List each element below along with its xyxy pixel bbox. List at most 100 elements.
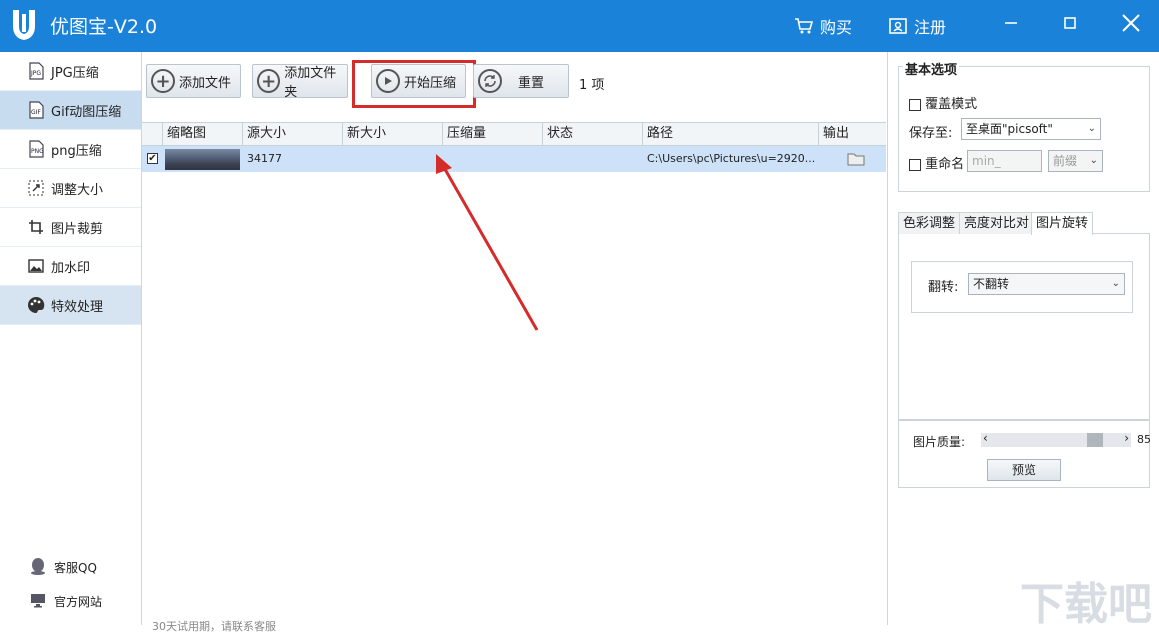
prefix-select[interactable]: 前缀 ⌄ [1048,150,1103,172]
sidebar-item-label: 特效处理 [51,299,104,315]
jpg-file-icon: JPG [27,62,45,80]
prefix-value: 前缀 [1053,154,1078,168]
register-label: 注册 [914,18,947,37]
save-to-select[interactable]: 至桌面"picsoft" ⌄ [961,118,1101,140]
maximize-icon [1064,17,1076,29]
refresh-icon [478,69,502,93]
quality-slider[interactable]: ‹ › [981,431,1131,447]
basic-options-title: 基本选项 [903,59,960,78]
flip-value: 不翻转 [973,277,1010,291]
overwrite-mode-checkbox[interactable]: 覆盖模式 [909,93,977,112]
thumbnail-image [165,149,240,170]
official-website-label: 官方网站 [54,594,103,609]
sidebar-item-label: JPG压缩 [51,65,99,81]
sidebar-item-resize[interactable]: 调整大小 [0,169,141,208]
official-website[interactable]: 官方网站 [0,586,141,616]
column-header[interactable]: 压缩量 [442,123,542,146]
sidebar: JPG JPG压缩 GIF Gif动图压缩 PNG png压缩 调整大小 图片裁… [0,52,142,625]
add-file-button[interactable]: + 添加文件 [146,64,241,98]
tab-content: 翻转: 不翻转 ⌄ [898,233,1150,420]
add-folder-button[interactable]: + 添加文件夹 [252,64,348,100]
svg-text:GIF: GIF [31,109,41,116]
chevron-down-icon: ⌄ [1087,123,1096,134]
svg-text:JPG: JPG [30,70,41,77]
add-folder-label: 添加文件夹 [284,66,337,100]
reset-button[interactable]: 重置 [473,64,569,98]
quality-label: 图片质量: [913,435,966,449]
close-icon [1122,14,1140,32]
maximize-button[interactable] [1055,10,1085,36]
flip-select[interactable]: 不翻转 ⌄ [968,273,1125,295]
minimize-button[interactable] [996,10,1026,36]
tab-color-adjust[interactable]: 色彩调整 [898,212,961,234]
sidebar-item-label: png压缩 [51,143,102,159]
tab-image-rotate[interactable]: 图片旋转 [1031,212,1094,235]
quality-group: 图片质量: ‹ › 85 预览 [898,420,1151,488]
buy-button[interactable]: 购买 [794,14,852,38]
column-header[interactable]: 状态 [542,123,642,146]
column-header[interactable]: 源大小 [242,123,342,146]
chevron-down-icon: ⌄ [1111,278,1120,289]
sidebar-item-jpg[interactable]: JPG JPG压缩 [0,52,141,91]
status-cell [542,146,642,172]
png-file-icon: PNG [27,140,45,158]
sidebar-item-crop[interactable]: 图片裁剪 [0,208,141,247]
item-count: 1 项 [579,78,605,93]
app-logo-icon [13,10,35,40]
footer-status: 30天试用期，请联系客服 [152,620,276,633]
folder-icon [847,153,865,166]
column-header[interactable]: 路径 [642,123,818,146]
cart-icon [795,18,814,34]
rename-input[interactable]: min_ [967,150,1042,172]
quality-value: 85 [1137,433,1151,446]
reset-label: 重置 [518,75,545,91]
sidebar-item-png[interactable]: PNG png压缩 [0,130,141,169]
site-watermark: 下载吧 [1020,579,1152,630]
basic-options-group: 基本选项 覆盖模式 保存至: 至桌面"picsoft" ⌄ 重命名 min_ 前… [898,59,1150,192]
register-button[interactable]: 注册 [888,14,946,38]
sidebar-item-label: 加水印 [51,260,91,276]
sidebar-item-label: Gif动图压缩 [51,104,122,120]
rename-checkbox[interactable]: 重命名 [909,153,964,172]
close-button[interactable] [1116,10,1146,36]
column-header[interactable]: 缩略图 [162,123,242,146]
chevron-left-icon[interactable]: ‹ [983,431,988,445]
sidebar-item-effects[interactable]: 特效处理 [0,286,141,325]
column-header[interactable]: 输出 [818,123,886,146]
customer-service-qq[interactable]: 客服QQ [0,552,141,582]
save-to-label: 保存至: [909,126,953,141]
chevron-down-icon: ⌄ [1089,155,1098,166]
crop-icon [27,218,45,236]
minimize-icon [1005,22,1017,24]
sidebar-item-watermark[interactable]: 加水印 [0,247,141,286]
register-icon [889,18,907,34]
buy-label: 购买 [820,18,853,37]
save-to-value: 至桌面"picsoft" [966,122,1053,136]
image-icon [27,257,45,275]
output-folder-button[interactable] [842,146,872,172]
svg-text:PNG: PNG [31,148,44,155]
sidebar-item-gif[interactable]: GIF Gif动图压缩 [0,91,141,130]
tab-brightness-contrast[interactable]: 亮度对比对 [959,212,1035,234]
plus-icon: + [151,69,175,93]
chevron-right-icon[interactable]: › [1124,431,1129,445]
sidebar-item-label: 调整大小 [51,182,104,198]
slider-thumb[interactable] [1086,433,1103,447]
qq-penguin-icon [30,557,46,578]
preview-button[interactable]: 预览 [987,459,1061,481]
resize-icon [27,179,45,197]
column-header[interactable]: 新大小 [342,123,442,146]
customer-service-label: 客服QQ [54,560,97,575]
source-size-cell: 34177 [247,152,282,165]
palette-icon [27,296,45,314]
flip-group: 翻转: 不翻转 ⌄ [911,261,1133,313]
flip-label: 翻转: [928,280,959,295]
add-file-label: 添加文件 [179,75,232,91]
highlight-box [352,60,476,108]
gif-file-icon: GIF [27,101,45,119]
options-panel: 基本选项 覆盖模式 保存至: 至桌面"picsoft" ⌄ 重命名 min_ 前… [887,52,1159,625]
overwrite-mode-label: 覆盖模式 [925,97,978,112]
row-checkbox[interactable]: ✔ [147,153,158,164]
adjust-tabs: 色彩调整 亮度对比对 图片旋转 [898,212,1150,235]
path-cell: C:\Users\pc\Pictures\u=2920... [647,152,816,165]
